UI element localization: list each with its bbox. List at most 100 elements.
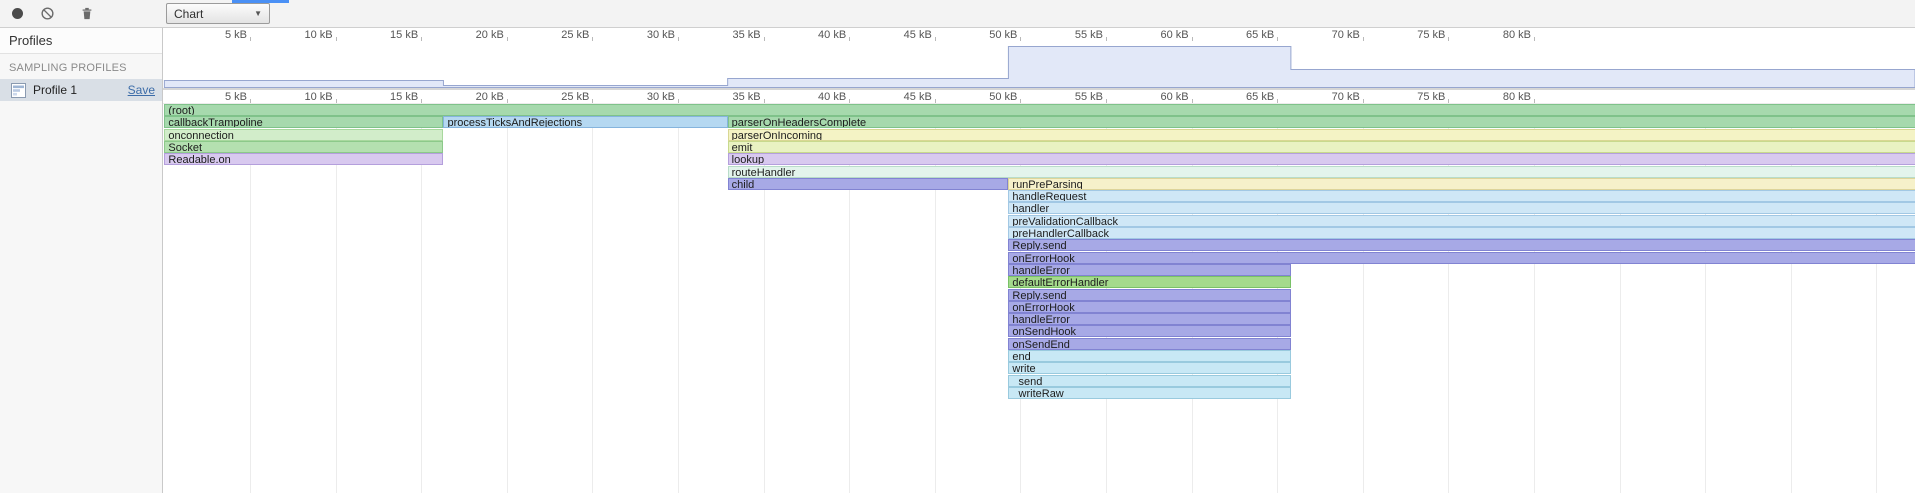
ruler-tick-label: 10 kB bbox=[273, 29, 333, 41]
ruler-tick-label: 80 kB bbox=[1471, 91, 1531, 103]
toolbar: Chart ▼ bbox=[0, 0, 1915, 28]
overview-area-shape bbox=[164, 47, 1915, 88]
view-mode-value: Chart bbox=[174, 7, 203, 21]
ruler-tick-label: 30 kB bbox=[615, 91, 675, 103]
flame-bar[interactable]: onconnection bbox=[164, 129, 443, 141]
ruler-tick-mark bbox=[1363, 99, 1364, 103]
flame-bar[interactable]: lookup bbox=[728, 153, 1915, 165]
record-button[interactable] bbox=[6, 3, 28, 25]
flame-bar[interactable]: runPreParsing bbox=[1008, 178, 1915, 190]
flame-bar[interactable]: routeHandler bbox=[728, 166, 1915, 178]
flame-bar[interactable]: child bbox=[728, 178, 1009, 190]
flame-bar[interactable]: Socket bbox=[164, 141, 443, 153]
ruler-tick-label: 35 kB bbox=[701, 91, 761, 103]
save-link[interactable]: Save bbox=[128, 83, 155, 97]
clear-profiles-button[interactable] bbox=[36, 3, 58, 25]
flame-bar[interactable]: handleError bbox=[1008, 313, 1290, 325]
flame-bar[interactable]: _writeRaw bbox=[1008, 387, 1290, 399]
ruler-tick-mark bbox=[336, 99, 337, 103]
ruler-tick-label: 75 kB bbox=[1385, 91, 1445, 103]
ruler-tick-mark bbox=[935, 99, 936, 103]
ruler-tick-mark bbox=[1448, 99, 1449, 103]
panel-title: Profiles bbox=[0, 28, 162, 54]
flame-bar[interactable]: preValidationCallback bbox=[1008, 215, 1915, 227]
flame-bar[interactable]: onErrorHook bbox=[1008, 301, 1290, 313]
profile-name: Profile 1 bbox=[33, 83, 77, 97]
sidebar: Profiles SAMPLING PROFILES Profile 1 Sav… bbox=[0, 28, 163, 493]
ruler-tick-mark bbox=[507, 99, 508, 103]
flame-bar[interactable]: handleError bbox=[1008, 264, 1290, 276]
ruler-tick-label: 50 kB bbox=[957, 29, 1017, 41]
gridline bbox=[507, 104, 508, 493]
ruler-tick-label: 35 kB bbox=[701, 29, 761, 41]
ruler-tick-label: 60 kB bbox=[1129, 29, 1189, 41]
flame-bar[interactable]: _send bbox=[1008, 375, 1290, 387]
memory-overview-chart[interactable] bbox=[163, 41, 1915, 88]
flame-bar[interactable]: onSendHook bbox=[1008, 325, 1290, 337]
sidebar-item-profile-1[interactable]: Profile 1 Save bbox=[0, 79, 162, 101]
ruler-tick-label: 25 kB bbox=[529, 29, 589, 41]
ruler-tick-label: 45 kB bbox=[872, 29, 932, 41]
overview-ruler: 5 kB 10 kB 15 kB 20 kB 25 kB 30 kB 35 kB 40 kB 4… bbox=[163, 28, 1915, 41]
flame-ruler: 5 kB10 kB15 kB20 kB25 kB30 kB35 kB40 kB4… bbox=[163, 90, 1915, 104]
flame-bar[interactable]: end bbox=[1008, 350, 1290, 362]
ruler-tick-mark bbox=[849, 99, 850, 103]
ruler-tick-label: 25 kB bbox=[529, 91, 589, 103]
ruler-tick-label: 55 kB bbox=[1043, 29, 1103, 41]
clear-icon bbox=[40, 6, 55, 21]
flame-bar[interactable]: parserOnHeadersComplete bbox=[728, 116, 1915, 128]
ruler-tick-label: 20 kB bbox=[444, 29, 504, 41]
ruler-tick-mark bbox=[764, 99, 765, 103]
profile-icon bbox=[11, 83, 26, 98]
ruler-tick-label: 70 kB bbox=[1300, 91, 1360, 103]
flame-bar[interactable]: parserOnIncoming bbox=[728, 129, 1915, 141]
gridline bbox=[678, 104, 679, 493]
ruler-tick-label: 60 kB bbox=[1129, 91, 1189, 103]
chevron-down-icon: ▼ bbox=[254, 9, 262, 18]
trash-icon bbox=[80, 6, 94, 21]
ruler-tick-label: 65 kB bbox=[1214, 29, 1274, 41]
delete-profile-button[interactable] bbox=[76, 3, 98, 25]
ruler-tick-label: 65 kB bbox=[1214, 91, 1274, 103]
flame-bar[interactable]: preHandlerCallback bbox=[1008, 227, 1915, 239]
profiler-chart-area: 5 kB 10 kB 15 kB 20 kB 25 kB 30 kB 35 kB 40 kB 4… bbox=[163, 28, 1915, 493]
section-label: SAMPLING PROFILES bbox=[0, 54, 162, 79]
ruler-tick-mark bbox=[592, 99, 593, 103]
ruler-tick-label: 55 kB bbox=[1043, 91, 1103, 103]
flame-bar[interactable]: write_ bbox=[1008, 362, 1290, 374]
ruler-tick-label: 50 kB bbox=[957, 91, 1017, 103]
flame-bar[interactable]: onErrorHook bbox=[1008, 252, 1915, 264]
ruler-tick-mark bbox=[421, 99, 422, 103]
ruler-tick-label: 80 kB bbox=[1471, 29, 1531, 41]
ruler-tick-label: 30 kB bbox=[615, 29, 675, 41]
ruler-tick-mark bbox=[1192, 99, 1193, 103]
flame-bar[interactable]: Reply.send bbox=[1008, 239, 1915, 251]
view-mode-select[interactable]: Chart ▼ bbox=[166, 3, 270, 24]
ruler-tick-label: 40 kB bbox=[786, 29, 846, 41]
flame-bar[interactable]: callbackTrampoline bbox=[164, 116, 443, 128]
flame-bar[interactable]: Reply.send bbox=[1008, 289, 1290, 301]
ruler-tick-label: 45 kB bbox=[872, 91, 932, 103]
gridline bbox=[592, 104, 593, 493]
flame-bar[interactable]: Readable.on bbox=[164, 153, 443, 165]
ruler-tick-label: 15 kB bbox=[358, 29, 418, 41]
flame-bar[interactable]: processTicksAndRejections bbox=[443, 116, 727, 128]
flame-bar[interactable]: onSendEnd bbox=[1008, 338, 1290, 350]
ruler-tick-mark bbox=[1534, 99, 1535, 103]
ruler-tick-mark bbox=[250, 99, 251, 103]
ruler-tick-label: 5 kB bbox=[187, 91, 247, 103]
ruler-tick-mark bbox=[1106, 99, 1107, 103]
flame-bar[interactable]: handleRequest bbox=[1008, 190, 1915, 202]
ruler-tick-label: 10 kB bbox=[273, 91, 333, 103]
active-tab-indicator bbox=[232, 0, 289, 3]
ruler-tick-label: 5 kB bbox=[187, 29, 247, 41]
ruler-tick-mark bbox=[678, 99, 679, 103]
flame-bar[interactable]: emit bbox=[728, 141, 1915, 153]
flame-bar[interactable]: handler bbox=[1008, 202, 1915, 214]
record-icon bbox=[12, 8, 23, 19]
flame-bar[interactable]: (root) bbox=[164, 104, 1915, 116]
flame-chart[interactable]: (root)callbackTrampolineprocessTicksAndR… bbox=[163, 104, 1915, 493]
ruler-tick-mark bbox=[1277, 99, 1278, 103]
flame-bar[interactable]: defaultErrorHandler bbox=[1008, 276, 1290, 288]
ruler-tick-label: 75 kB bbox=[1385, 29, 1445, 41]
